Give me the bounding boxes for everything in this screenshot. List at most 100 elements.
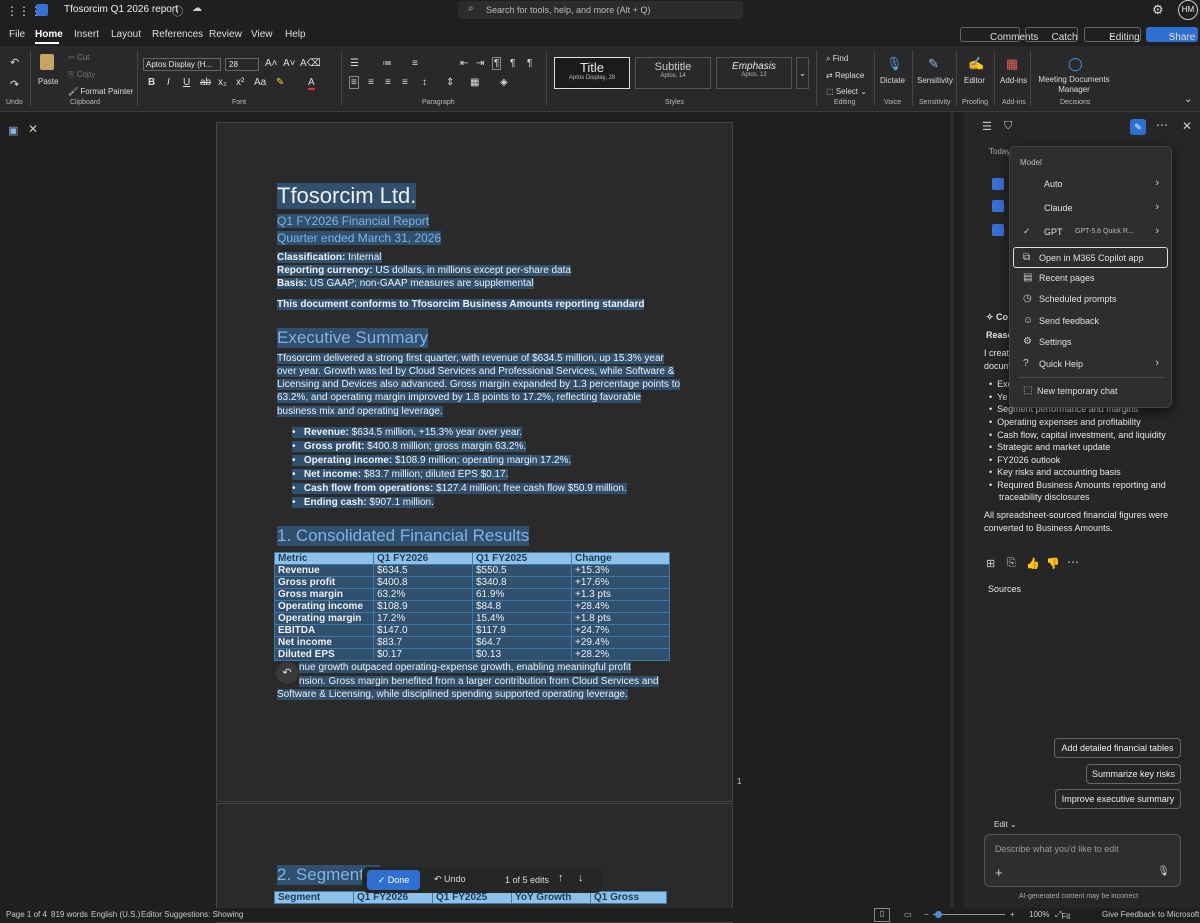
history-item-icon[interactable] <box>992 200 1004 212</box>
editor-icon[interactable]: ✍ <box>968 56 984 72</box>
search-box[interactable]: ⌕ Search for tools, help, and more (Alt … <box>458 1 743 19</box>
prev-edit-icon[interactable]: ↑ <box>558 872 564 884</box>
shading-icon[interactable]: ◈ <box>500 77 508 88</box>
meta-classification[interactable]: Classification: Internal <box>277 252 382 263</box>
highlight-icon[interactable]: ✎ <box>276 77 284 88</box>
conformance-statement[interactable]: This document conforms to Tfosorcim Busi… <box>277 299 645 310</box>
add-icon[interactable]: ⊞ <box>986 557 995 570</box>
fit-button[interactable]: ⤢ Fit <box>1055 910 1070 921</box>
new-chat-icon[interactable]: ✎ <box>1130 119 1146 135</box>
shrink-font-icon[interactable]: A˅ <box>283 58 296 69</box>
meta-currency[interactable]: Reporting currency: US dollars, in milli… <box>277 265 572 276</box>
scheduled-prompts[interactable]: ◷ Scheduled prompts <box>1010 289 1173 310</box>
tab-home[interactable]: Home <box>35 29 63 40</box>
bullets-icon[interactable]: ☰ <box>350 58 359 69</box>
zoom-out-icon[interactable]: − <box>924 910 929 919</box>
suggestion-improve-summary[interactable]: Improve executive summary <box>1055 789 1181 809</box>
model-auto[interactable]: Auto › <box>1010 174 1173 195</box>
strike-icon[interactable]: ab <box>200 77 211 88</box>
web-layout-icon[interactable]: ▭ <box>904 910 912 919</box>
document-title[interactable]: Tfosorcim Q1 2026 report <box>64 4 178 15</box>
style-subtitle-tile[interactable]: Subtitle Aptos, 14 <box>635 57 711 89</box>
align-left-icon[interactable]: ≡ <box>349 76 359 89</box>
thumbs-up-icon[interactable]: 👍 <box>1026 557 1040 570</box>
heading-executive-summary[interactable]: Executive Summary <box>277 328 429 348</box>
tab-file[interactable]: File <box>9 29 25 40</box>
font-size-select[interactable]: 28 <box>225 58 259 71</box>
style-emphasis-tile[interactable]: Emphasis Aptos, 12 <box>716 57 792 89</box>
doc-subtitle-2[interactable]: Quarter ended March 31, 2026 <box>277 231 442 245</box>
grow-font-icon[interactable]: A˄ <box>265 58 278 69</box>
replace-button[interactable]: ⇄ Replace <box>826 71 864 80</box>
multilevel-icon[interactable]: ≡ <box>412 58 418 69</box>
justify-icon[interactable]: ≡ <box>402 77 408 88</box>
microphone-icon[interactable]: 🎙 <box>1157 866 1170 877</box>
suggestion-summarize-risks[interactable]: Summarize key risks <box>1086 764 1181 784</box>
numbering-icon[interactable]: ≔ <box>382 58 392 69</box>
meeting-docs-icon[interactable]: ◯ <box>1068 56 1083 72</box>
zoom-slider-thumb[interactable] <box>935 911 942 918</box>
close-pane-icon[interactable]: ✕ <box>1182 119 1192 133</box>
edit-mode-select[interactable]: Edit ⌄ <box>994 820 1017 829</box>
rtl-icon[interactable]: ¶ <box>510 58 515 69</box>
font-color-icon[interactable]: A <box>308 77 315 90</box>
document-page-2[interactable] <box>216 803 733 923</box>
zoom-level[interactable]: 100% <box>1029 910 1049 919</box>
close-nav-icon[interactable]: ✕ <box>28 122 38 136</box>
nav-pane-icon[interactable]: ▣ <box>8 124 18 137</box>
meta-basis[interactable]: Basis: US GAAP; non-GAAP measures are su… <box>277 278 534 289</box>
format-painter-button[interactable]: 🖌 Format Painter <box>68 87 133 96</box>
heading-consolidated[interactable]: 1. Consolidated Financial Results <box>277 526 530 546</box>
superscript-icon[interactable]: x² <box>236 77 244 88</box>
subscript-icon[interactable]: x₂ <box>218 77 227 88</box>
doc-subtitle-1[interactable]: Q1 FY2026 Financial Report <box>277 214 430 228</box>
cut-button[interactable]: ✂ Cut <box>68 53 89 62</box>
sources-label[interactable]: Sources <box>988 584 1021 594</box>
share-button[interactable]: Share ⌄ <box>1146 27 1198 43</box>
send-feedback[interactable]: ☺ Send feedback <box>1010 311 1173 332</box>
change-case-icon[interactable]: Aa <box>254 77 266 88</box>
select-button[interactable]: ⬚ Select ⌄ <box>826 87 867 96</box>
settings[interactable]: ⚙ Settings <box>1010 332 1173 353</box>
vertical-scrollbar[interactable] <box>950 112 954 908</box>
model-claude[interactable]: Claude › <box>1010 198 1173 219</box>
more-response-icon[interactable]: ⋯ <box>1067 555 1079 569</box>
editor-suggestions[interactable]: Editor Suggestions: Showing <box>141 910 243 919</box>
attach-icon[interactable]: + <box>995 865 1003 880</box>
copy-icon[interactable]: ⎘ <box>1007 557 1016 570</box>
borders-icon[interactable]: ▦ <box>470 77 479 88</box>
paragraph-spacing-icon[interactable]: ⇕ <box>446 77 454 88</box>
financial-results-table[interactable]: Metric Q1 FY2026 Q1 FY2025 Change Revenue $6… <box>274 552 670 661</box>
zoom-in-icon[interactable]: + <box>1010 910 1015 919</box>
meeting-docs-button[interactable]: Meeting Documents Manager <box>1038 75 1110 95</box>
prompt-box[interactable]: Describe what you'd like to edit + 🎙 <box>984 834 1181 887</box>
italic-icon[interactable]: I <box>167 77 170 88</box>
find-button[interactable]: ⌕ Find <box>826 54 848 64</box>
comments-button[interactable]: Comments <box>960 27 1038 43</box>
style-title-tile[interactable]: Title Aptos Display, 28 <box>554 57 630 89</box>
styles-more-icon[interactable]: ⌄ <box>796 57 809 89</box>
language[interactable]: English (U.S.) <box>91 910 140 919</box>
undo-edit-button[interactable]: ↶ Undo <box>434 874 466 885</box>
line-spacing-icon[interactable]: ↕ <box>422 77 427 88</box>
microphone-icon[interactable]: 🎙 <box>886 56 903 72</box>
copy-button[interactable]: ⎘ Copy <box>68 70 95 80</box>
decrease-indent-icon[interactable]: ⇤ <box>460 58 468 69</box>
settings-gear-icon[interactable]: ⚙ <box>1152 2 1164 18</box>
underline-icon[interactable]: U <box>183 77 190 88</box>
ribbon-collapse-icon[interactable]: ⌄ <box>1184 94 1192 105</box>
paste-button[interactable]: Paste <box>38 77 58 86</box>
tab-review[interactable]: Review <box>209 29 242 40</box>
catch-up-button[interactable]: Catch up <box>1025 27 1078 56</box>
next-edit-icon[interactable]: ↓ <box>578 872 584 884</box>
align-right-icon[interactable]: ≡ <box>385 77 391 88</box>
sensitivity-label-icon[interactable]: ✎ <box>928 56 939 72</box>
history-item-icon[interactable] <box>992 224 1004 236</box>
tab-help[interactable]: Help <box>285 29 306 40</box>
avatar[interactable]: HM <box>1178 0 1198 20</box>
dictate-button[interactable]: Dictate <box>880 76 905 85</box>
redo-icon[interactable]: ↷ <box>10 78 19 91</box>
history-item-icon[interactable] <box>992 178 1004 190</box>
quick-help[interactable]: ? Quick Help › <box>1010 354 1173 375</box>
addins-button[interactable]: Add-ins <box>1000 76 1027 85</box>
